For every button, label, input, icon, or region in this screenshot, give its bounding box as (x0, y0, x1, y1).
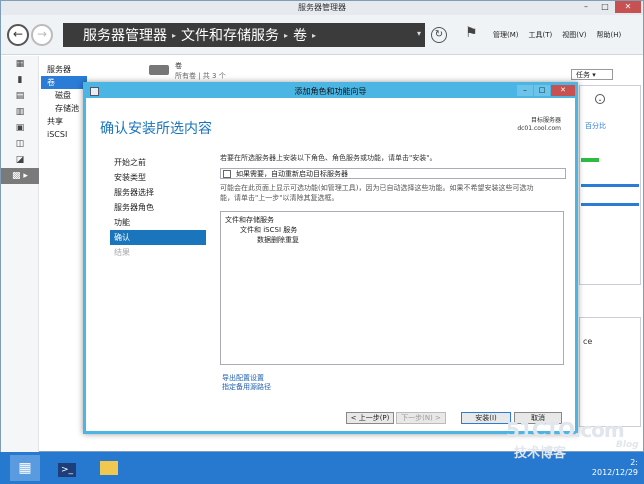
capacity-bar (581, 158, 599, 162)
step-installation-type[interactable]: 安装类型 (110, 170, 206, 185)
window-controls: – □ ✕ (576, 1, 641, 15)
note-line-2: 能，请单击"上一步"以清除其复选框。 (220, 194, 339, 202)
page-title: 确认安装所选内容 (100, 121, 212, 137)
feature-item: 文件和 iSCSI 服务 (240, 226, 298, 234)
minimize-button[interactable]: – (517, 85, 533, 96)
maximize-button[interactable]: □ (534, 85, 550, 96)
breadcrumb-file-storage[interactable]: 文件和存储服务 (181, 25, 279, 45)
all-servers-icon[interactable]: ▤ (1, 88, 39, 104)
alternate-source-link[interactable]: 指定备用源路径 (222, 383, 271, 392)
iis-icon[interactable]: ▣ (1, 120, 39, 136)
chevron-down-icon[interactable]: ▾ (417, 29, 421, 38)
wizard-button-bar: < 上一步(P) 下一步(N) > 安装(I) 取消 (86, 407, 575, 431)
panel-text: ce (583, 337, 593, 346)
sub-nav-iscsi[interactable]: iSCSI (41, 128, 87, 141)
wizard-title: 添加角色和功能向导 (294, 87, 367, 96)
menu-tools[interactable]: 工具(T) (529, 30, 553, 40)
install-button[interactable]: 安装(I) (461, 412, 511, 424)
forward-arrow-icon[interactable]: → (31, 24, 53, 46)
step-results: 结果 (114, 248, 130, 257)
left-rail: ▦ ▮ ▤ ▥ ▣ ◫ ◪ ▩ ▸ (1, 56, 39, 452)
local-server-icon[interactable]: ▮ (1, 72, 39, 88)
tasks-dropdown[interactable]: 任务 ▾ (571, 69, 613, 80)
step-confirmation[interactable]: 确认 (110, 230, 206, 245)
watermark-sub: 技术博客 (514, 446, 567, 461)
volumes-header: 卷 所有卷 | 共 3 个 (175, 61, 226, 81)
breadcrumb-volumes[interactable]: 卷 (293, 25, 307, 45)
file-storage-icon[interactable]: ▥ (1, 104, 39, 120)
export-config-link[interactable]: 导出配置设置 (222, 374, 271, 383)
chevron-right-icon: ▸ (312, 30, 317, 40)
back-arrow-icon[interactable]: ← (7, 24, 29, 46)
storage-icon[interactable]: ▩ ▸ (1, 168, 39, 184)
watermark-main: 51CTO.com (506, 418, 625, 442)
percent-link[interactable]: 百分比 (585, 121, 606, 131)
step-before-you-begin[interactable]: 开始之前 (110, 155, 206, 170)
sub-nav-servers[interactable]: 服务器 (41, 63, 87, 76)
previous-button[interactable]: < 上一步(P) (346, 412, 394, 424)
menu-bar: 管理(M) 工具(T) 视图(V) 帮助(H) (493, 30, 631, 40)
watermark-blog: Blog (616, 440, 639, 450)
close-button[interactable]: ✕ (551, 85, 575, 96)
chevron-down-icon[interactable]: ⌄ (595, 94, 605, 104)
taskbar-clock[interactable]: 2: 2012/12/29 (592, 458, 638, 478)
target-server-info: 目标服务器 dc01.cool.com (517, 117, 561, 133)
close-button[interactable]: ✕ (615, 1, 641, 13)
chevron-right-icon: ▸ (172, 30, 177, 40)
feature-item: 文件和存储服务 (225, 216, 274, 224)
refresh-icon[interactable]: ↻ (431, 27, 447, 43)
menu-view[interactable]: 视图(V) (562, 30, 586, 40)
add-roles-wizard-dialog: 添加角色和功能向导 – □ ✕ 确认安装所选内容 目标服务器 dc01.cool… (83, 82, 578, 434)
volumes-subtitle: 所有卷 | 共 3 个 (175, 72, 226, 80)
feature-item: 数据删除重复 (257, 236, 299, 244)
confirmation-content: 若要在所选服务器上安装以下角色、角色服务或功能，请单击"安装"。 如果需要，自动… (220, 153, 566, 373)
next-button: 下一步(N) > (396, 412, 446, 424)
notification-flag-icon[interactable]: ⚑ (465, 25, 478, 41)
server-manager-taskbar-icon[interactable]: ▦ (10, 455, 40, 481)
sub-nav-disks[interactable]: 磁盘 (41, 89, 87, 102)
background-panel-right-lower (579, 317, 641, 427)
window-titlebar: 服务器管理器 – □ ✕ (1, 1, 643, 15)
window-title: 服务器管理器 (298, 3, 346, 12)
powershell-taskbar-icon[interactable]: >_ (52, 455, 82, 481)
tools-icon[interactable]: ◪ (1, 152, 39, 168)
site-watermark: 51CTO.com 技术博客 Blog (506, 418, 639, 461)
restart-checkbox[interactable] (223, 169, 231, 178)
clock-date: 2012/12/29 (591, 468, 638, 477)
target-server-name: dc01.cool.com (517, 125, 561, 132)
install-instruction: 若要在所选服务器上安装以下角色、角色服务或功能，请单击"安装"。 (220, 154, 437, 162)
chevron-right-icon: ▸ (284, 30, 289, 40)
selected-row-band (581, 184, 639, 206)
dashboard-icon[interactable]: ▦ (1, 56, 39, 72)
sub-navigation: 服务器 卷 磁盘 存储池 共享 iSCSI (41, 63, 87, 141)
volume-icon (149, 65, 169, 75)
sub-nav-volumes[interactable]: 卷 (41, 76, 87, 89)
wizard-titlebar: 添加角色和功能向导 – □ ✕ (86, 85, 575, 98)
optional-features-note: 可能会在此页面上显示可选功能(如管理工具)，因为已自动选择这些功能。如果不希望安… (220, 183, 566, 203)
wizard-steps: 开始之前 安装类型 服务器选择 服务器角色 功能 确认 结果 (110, 155, 206, 260)
sub-nav-shares[interactable]: 共享 (41, 115, 87, 128)
step-features[interactable]: 功能 (110, 215, 206, 230)
restart-option-row[interactable]: 如果需要，自动重新启动目标服务器 (220, 168, 566, 179)
minimize-button[interactable]: – (577, 1, 595, 13)
volumes-title: 卷 (175, 62, 182, 70)
restart-checkbox-label[interactable]: 如果需要，自动重新启动目标服务器 (236, 169, 348, 179)
breadcrumb-server-manager[interactable]: 服务器管理器 (83, 25, 167, 45)
step-server-selection[interactable]: 服务器选择 (110, 185, 206, 200)
app-icon (90, 87, 99, 96)
navigation-bar: ← → 服务器管理器 ▸ 文件和存储服务 ▸ 卷 ▸ ▾ ↻ ⚑ 管理(M) 工… (1, 15, 643, 55)
sub-nav-storage-pools[interactable]: 存储池 (41, 102, 87, 115)
step-server-roles[interactable]: 服务器角色 (110, 200, 206, 215)
menu-manage[interactable]: 管理(M) (493, 30, 519, 40)
breadcrumb: 服务器管理器 ▸ 文件和存储服务 ▸ 卷 ▸ ▾ (63, 23, 425, 47)
selected-features-list: 文件和存储服务 文件和 iSCSI 服务 数据删除重复 (220, 211, 564, 365)
maximize-button[interactable]: □ (596, 1, 614, 13)
target-server-label: 目标服务器 (530, 117, 561, 124)
note-line-1: 可能会在此页面上显示可选功能(如管理工具)，因为已自动选择这些功能。如果不希望安… (220, 184, 534, 192)
wizard-window-controls: – □ ✕ (516, 85, 575, 96)
menu-help[interactable]: 帮助(H) (597, 30, 622, 40)
roles-icon[interactable]: ◫ (1, 136, 39, 152)
file-explorer-taskbar-icon[interactable] (94, 455, 124, 481)
wizard-links: 导出配置设置 指定备用源路径 (222, 374, 271, 392)
